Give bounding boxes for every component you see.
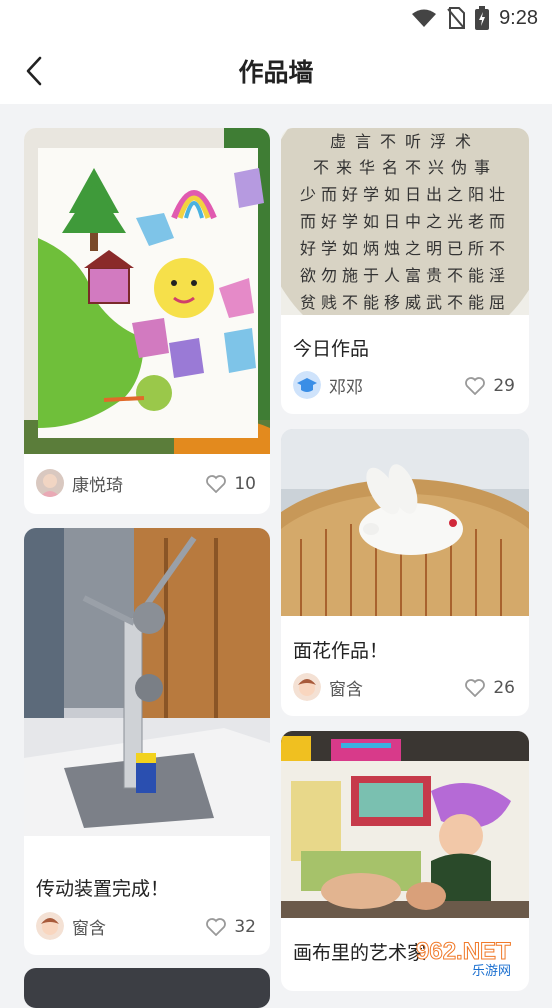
user-avatar [293, 673, 321, 701]
like-button[interactable]: 10 [206, 474, 256, 494]
heart-icon [465, 377, 486, 395]
artwork-caption: 画布里的艺术家 [293, 942, 427, 964]
header: 作品墙 [0, 38, 552, 104]
heart-icon [206, 475, 227, 493]
user-name: 康悦琦 [72, 475, 123, 496]
calligraphy-line: 欲勿施于人富贵不能淫 [299, 266, 510, 285]
like-count: 29 [493, 376, 515, 396]
artwork-caption: 面花作品！ [293, 640, 389, 662]
artwork-caption: 传动装置完成！ [36, 878, 170, 900]
graduation-cap-avatar-icon [293, 371, 321, 399]
calligraphy-line: 贫贱不能移威武不能屈 [299, 293, 510, 312]
page-title: 作品墙 [238, 58, 314, 87]
artwork-card[interactable]: 传动装置完成！ 窗含 32 [24, 528, 270, 955]
author[interactable]: 窗含 [293, 673, 363, 701]
author[interactable]: 邓邓 [293, 371, 363, 399]
heart-icon [465, 679, 486, 697]
svg-text:乐游网: 乐游网 [472, 964, 511, 979]
like-count: 10 [234, 474, 256, 494]
artwork-caption: 今日作品 [293, 338, 370, 360]
calligraphy-line: 好学如炳烛之明已所不 [299, 239, 510, 258]
like-button[interactable]: 26 [465, 678, 515, 698]
calligraphy-line: 而好学如日中之光老而 [299, 212, 510, 231]
like-button[interactable]: 32 [206, 917, 256, 937]
like-count: 32 [234, 917, 256, 937]
svg-text:962.NET: 962.NET [416, 938, 511, 965]
battery-charging-icon [475, 6, 490, 30]
user-avatar [36, 469, 64, 497]
author[interactable]: 窗含 [36, 912, 106, 940]
artwork-image-coloring-book [281, 731, 529, 918]
author[interactable]: 康悦琦 [36, 469, 123, 497]
artwork-card[interactable] [24, 968, 270, 1008]
heart-icon [206, 918, 227, 936]
user-name: 窗含 [329, 679, 363, 700]
wifi-icon [412, 9, 437, 27]
artwork-image-crayon-drawing [24, 128, 270, 454]
no-sim-icon [447, 7, 466, 29]
artwork-image-calligraphy: 虚言不听浮术 不来华名不兴伪事 少而好学如日出之阳壮 而好学如日中之光老而 好学… [281, 128, 529, 315]
calligraphy-line: 少而好学如日出之阳壮 [299, 185, 510, 204]
calligraphy-title: 虚言不听浮术 [329, 132, 480, 151]
artwork-card[interactable]: 面花作品！ 窗含 26 [281, 429, 529, 716]
artwork-image-dough-rabbit [281, 429, 529, 616]
user-name: 邓邓 [329, 377, 363, 398]
user-avatar [36, 912, 64, 940]
status-time: 9:28 [499, 6, 538, 29]
artwork-image-lego-machine [24, 528, 270, 836]
like-button[interactable]: 29 [465, 376, 515, 396]
watermark-logo: 962.NET 乐游网 [416, 938, 512, 980]
artwork-card[interactable]: 虚言不听浮术 不来华名不兴伪事 少而好学如日出之阳壮 而好学如日中之光老而 好学… [281, 128, 529, 414]
artwork-card[interactable]: 康悦琦 10 [24, 128, 270, 514]
like-count: 26 [493, 678, 515, 698]
status-bar: 9:28 [0, 0, 552, 38]
calligraphy-line: 不来华名不兴伪事 [312, 158, 497, 177]
user-name: 窗含 [72, 918, 106, 939]
